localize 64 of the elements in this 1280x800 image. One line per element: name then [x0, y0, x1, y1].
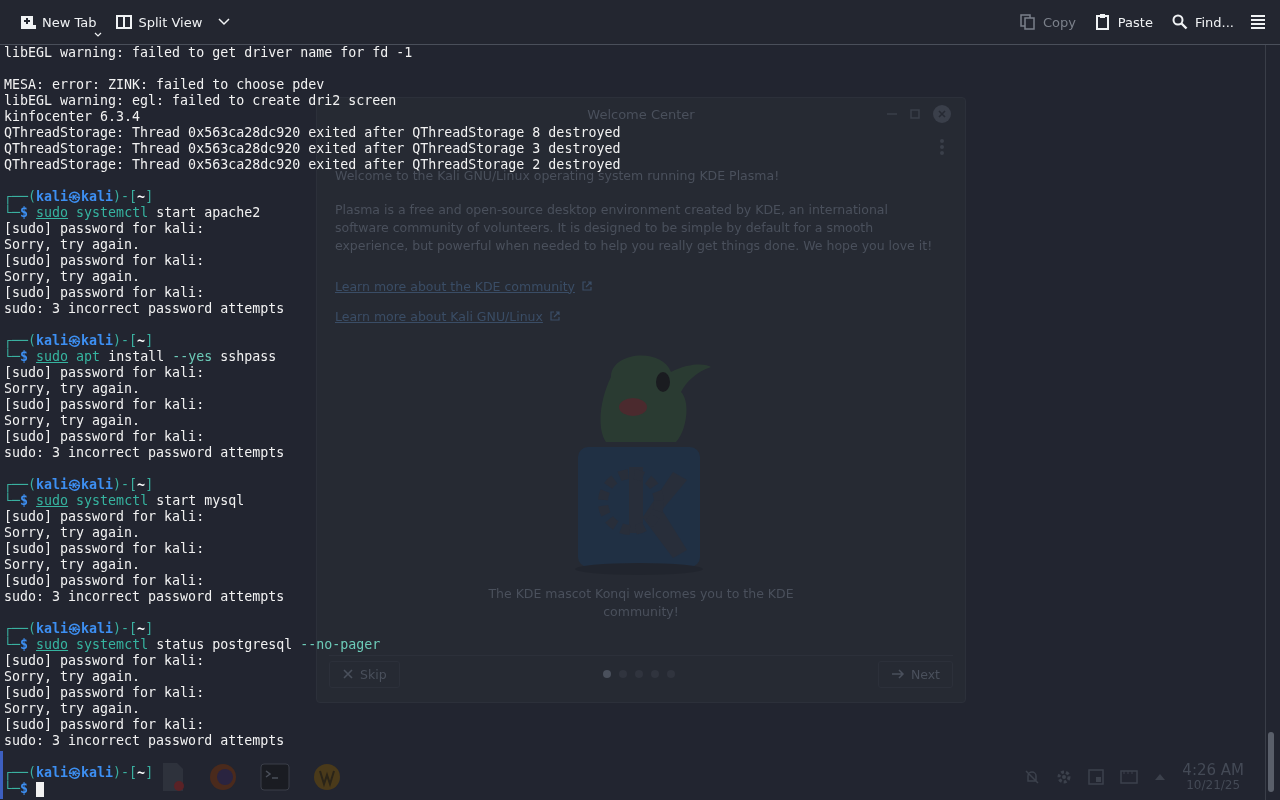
document-icon [160, 762, 186, 792]
output-line: kinfocenter 6.3.4 [4, 109, 141, 125]
close-icon [933, 105, 951, 123]
output-line: Sorry, try again. [4, 557, 141, 573]
output-line: [sudo] password for kali: [4, 653, 205, 669]
output-line: sudo: 3 incorrect password attempts [4, 301, 285, 317]
clipboard-icon [1093, 13, 1112, 31]
output-line: sudo: 3 incorrect password attempts [4, 733, 285, 749]
prompt-line: ┌──(kali㉿kali)-[~] [4, 477, 154, 493]
search-icon [1170, 13, 1189, 31]
caret-icon [218, 18, 231, 26]
output-line: QThreadStorage: Thread 0x563ca28dc920 exited after QThreadStorage 8 destroyed [4, 125, 621, 141]
output-line: [sudo] password for kali: [4, 221, 205, 237]
command-line: └─$ [4, 781, 29, 797]
output-line: [sudo] password for kali: [4, 685, 205, 701]
output-line: Sorry, try again. [4, 669, 141, 685]
output-line: libEGL warning: failed to get driver name for fd -1 [4, 45, 413, 61]
prompt-line: ┌──(kali㉿kali)-[~] [4, 333, 154, 349]
output-line: libEGL warning: egl: failed to create dri2 screen [4, 93, 397, 109]
command-line: └─$ sudo systemctl status postgresql --no-pager [4, 637, 381, 653]
output-line: [sudo] password for kali: [4, 573, 205, 589]
new-tab-icon [18, 13, 36, 31]
terminal-icon [260, 762, 290, 792]
output-line: Sorry, try again. [4, 237, 141, 253]
command-line: └─$ sudo systemctl start mysql [4, 493, 245, 509]
find-button[interactable]: Find... [1162, 8, 1242, 36]
arrow-right-icon [890, 668, 905, 680]
output-line: [sudo] password for kali: [4, 397, 205, 413]
new-tab-button[interactable]: New Tab [10, 8, 105, 36]
paste-button[interactable]: Paste [1085, 8, 1161, 36]
output-line: [sudo] password for kali: [4, 365, 205, 381]
prompt-line: ┌──(kali㉿kali)-[~] [4, 621, 154, 637]
command-line: └─$ sudo systemctl start apache2 [4, 205, 261, 221]
output-line: Sorry, try again. [4, 525, 141, 541]
prompt-line: ┌──(kali㉿kali)-[~] [4, 765, 154, 781]
scrollbar[interactable] [1265, 45, 1276, 800]
circle-letter-icon [312, 762, 342, 792]
output-line: Sorry, try again. [4, 381, 141, 397]
output-line: [sudo] password for kali: [4, 541, 205, 557]
menu-icon [1250, 14, 1266, 30]
output-line: MESA: error: ZINK: failed to choose pdev [4, 77, 325, 93]
caret-up-icon [1154, 773, 1167, 781]
close-icon [342, 668, 354, 680]
split-view-icon [114, 13, 133, 31]
page-dot[interactable] [602, 670, 611, 678]
output-line: sudo: 3 incorrect password attempts [4, 445, 285, 461]
prompt-line: ┌──(kali㉿kali)-[~] [4, 189, 154, 205]
output-line: Sorry, try again. [4, 269, 141, 285]
output-line: Sorry, try again. [4, 701, 141, 717]
output-line: Sorry, try again. [4, 413, 141, 429]
output-line: QThreadStorage: Thread 0x563ca28dc920 exited after QThreadStorage 3 destroyed [4, 141, 621, 157]
output-line: sudo: 3 incorrect password attempts [4, 589, 285, 605]
copy-icon [1018, 13, 1037, 31]
output-line: [sudo] password for kali: [4, 509, 205, 525]
output-line: [sudo] password for kali: [4, 285, 205, 301]
output-line: [sudo] password for kali: [4, 429, 205, 445]
output-line: [sudo] password for kali: [4, 253, 205, 269]
muted-bell-icon [1024, 769, 1041, 785]
command-line: └─$ sudo apt install --yes sshpass [4, 349, 277, 365]
external-link-icon [581, 280, 593, 292]
network-icon [1120, 769, 1139, 785]
external-link-icon [548, 310, 561, 322]
split-view-button[interactable]: Split View [106, 8, 211, 36]
output-line: [sudo] password for kali: [4, 717, 205, 733]
